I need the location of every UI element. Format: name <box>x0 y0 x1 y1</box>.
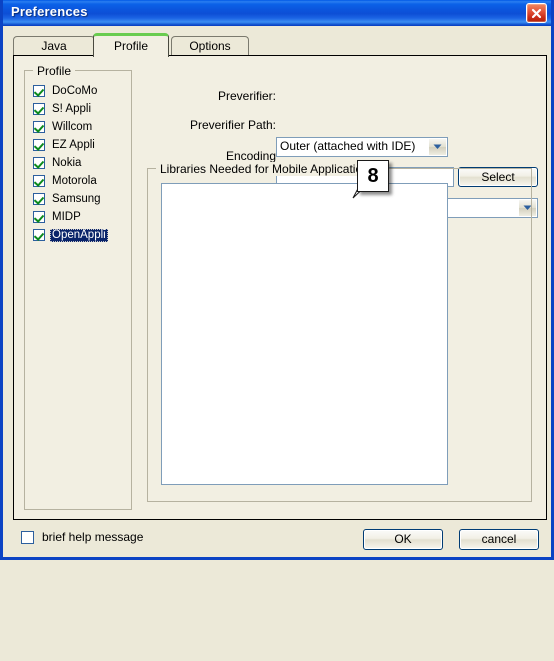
tab-profile[interactable]: Profile <box>93 33 169 57</box>
profile-item-willcom[interactable]: Willcom <box>33 118 129 136</box>
checkbox-icon[interactable] <box>33 193 45 205</box>
chevron-down-icon[interactable] <box>428 139 446 155</box>
profile-item-label: S! Appli <box>52 102 91 115</box>
checkbox-icon[interactable] <box>33 211 45 223</box>
profile-item-label: OpenAppli <box>50 228 108 242</box>
preverifier-label: Preverifier: <box>217 89 276 103</box>
profile-item-samsung[interactable]: Samsung <box>33 190 129 208</box>
profile-item-ez-appli[interactable]: EZ Appli <box>33 136 129 154</box>
profile-item-s-appli[interactable]: S! Appli <box>33 100 129 118</box>
libraries-group: Libraries Needed for Mobile Application … <box>147 162 532 502</box>
checkbox-icon[interactable] <box>33 175 45 187</box>
profile-item-label: Motorola <box>52 174 97 187</box>
cancel-button[interactable]: cancel <box>459 529 539 550</box>
profile-item-label: Samsung <box>52 192 101 205</box>
preverifier-value: Outer (attached with IDE) <box>280 139 416 153</box>
profile-item-motorola[interactable]: Motorola <box>33 172 129 190</box>
profile-checkbox-list: DoCoMo S! Appli Willcom EZ Appli Nokia M… <box>33 82 129 244</box>
tab-strip: Java Profile Options <box>13 33 547 57</box>
checkbox-icon[interactable] <box>33 85 45 97</box>
ok-button[interactable]: OK <box>363 529 443 550</box>
profile-item-label: EZ Appli <box>52 138 95 151</box>
profile-group-legend: Profile <box>33 64 76 78</box>
brief-help-label: brief help message <box>42 530 144 544</box>
tab-options[interactable]: Options <box>171 36 249 56</box>
encoding-label: Encoding <box>225 149 276 163</box>
checkbox-icon[interactable] <box>33 139 45 151</box>
profile-item-label: MIDP <box>52 210 81 223</box>
window-title: Preferences <box>11 4 88 19</box>
checkbox-icon[interactable] <box>21 531 34 544</box>
profile-item-openappli[interactable]: OpenAppli <box>33 226 129 244</box>
checkbox-icon[interactable] <box>33 121 45 133</box>
profile-group: Profile DoCoMo S! Appli Willcom EZ Appli <box>24 64 132 510</box>
checkbox-icon[interactable] <box>33 229 45 241</box>
profile-tab-panel: Profile DoCoMo S! Appli Willcom EZ Appli <box>13 55 547 520</box>
profile-item-label: Willcom <box>52 120 93 133</box>
profile-item-nokia[interactable]: Nokia <box>33 154 129 172</box>
profile-item-label: Nokia <box>52 156 82 169</box>
title-bar: Preferences <box>3 0 551 26</box>
preverifier-select[interactable]: Outer (attached with IDE) <box>276 137 448 157</box>
libraries-list[interactable] <box>161 183 448 485</box>
profile-item-docomo[interactable]: DoCoMo <box>33 82 129 100</box>
preferences-dialog: Preferences Java Profile Options Profile… <box>0 0 554 560</box>
tab-java[interactable]: Java <box>13 36 95 56</box>
libraries-group-legend: Libraries Needed for Mobile Application <box>156 162 373 176</box>
brief-help-checkbox-row[interactable]: brief help message <box>21 531 145 544</box>
profile-item-label: DoCoMo <box>52 84 98 97</box>
checkbox-icon[interactable] <box>33 103 45 115</box>
checkbox-icon[interactable] <box>33 157 45 169</box>
close-icon[interactable] <box>526 3 547 23</box>
profile-item-midp[interactable]: MIDP <box>33 208 129 226</box>
preverifier-path-label: Preverifier Path: <box>189 118 276 132</box>
